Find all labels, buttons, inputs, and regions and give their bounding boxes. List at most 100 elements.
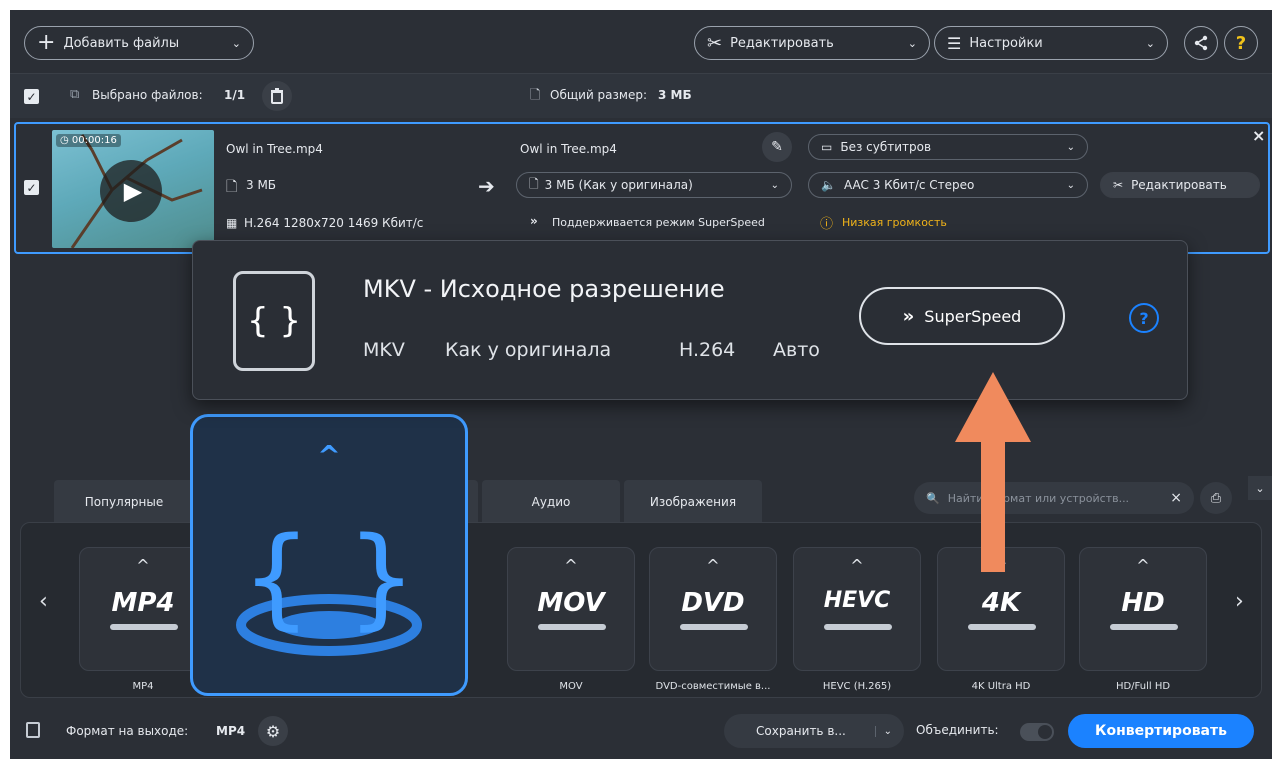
video-badge [1110, 624, 1178, 630]
format-card-hd[interactable]: ^ HD [1079, 547, 1207, 671]
close-icon[interactable]: × [1252, 126, 1265, 145]
video-badge [680, 624, 748, 630]
preset-format: MKV [363, 339, 405, 361]
chevron-down-icon: ⌄ [770, 179, 779, 191]
save-to-button[interactable]: Сохранить в... ⌄ [724, 714, 904, 748]
film-icon: ▦ [226, 216, 238, 230]
settings-dropdown-button[interactable]: ☰ Настройки ⌄ [934, 26, 1168, 60]
app-window: + Добавить файлы ⌄ ✂ Редактировать ⌄ ☰ Н… [10, 10, 1272, 759]
scroll-left-button[interactable]: ‹ [39, 589, 48, 614]
superspeed-icon: » [902, 305, 915, 327]
duration-text: 00:00:16 [71, 135, 117, 146]
chevron-down-icon: ⌄ [1066, 141, 1075, 153]
toggle-knob [1038, 725, 1052, 739]
clear-search-icon[interactable]: × [1170, 490, 1182, 506]
superspeed-note: Поддерживается режим SuperSpeed [552, 216, 765, 229]
tab-audio[interactable]: Аудио [482, 480, 620, 524]
total-size-label: Общий размер: [550, 88, 648, 102]
format-card-mov[interactable]: ^ MOV [507, 547, 635, 671]
gear-icon: ⚙ [265, 721, 281, 741]
select-all-checkbox[interactable]: ✓ [24, 89, 39, 104]
preset-codec: H.264 [679, 339, 736, 361]
subtitles-text: Без субтитров [840, 140, 932, 154]
warning-icon: ⓘ [820, 217, 834, 232]
format-logo: HEVC [823, 588, 891, 613]
edit-label: Редактировать [730, 35, 834, 51]
file-row[interactable]: ✓ ◷ 00:00:16 ▶ Owl in Tree.mp4 🗋 3 МБ ▦ … [14, 122, 1270, 254]
edit-file-button[interactable]: ✂ Редактировать [1100, 172, 1260, 198]
trash-icon [271, 88, 283, 104]
help-icon: ? [1235, 32, 1247, 54]
document-icon: 🗋 [530, 88, 541, 103]
file-checkbox[interactable]: ✓ [24, 180, 39, 195]
play-icon: ▶ [123, 177, 143, 205]
format-logo: MOV [537, 588, 605, 618]
source-size: 3 МБ [246, 178, 277, 192]
output-size-dropdown[interactable]: 🗋 3 МБ (Как у оригинала) ⌄ [516, 172, 792, 198]
video-thumbnail[interactable]: ◷ 00:00:16 ▶ [52, 130, 214, 248]
video-badge [968, 624, 1036, 630]
pencil-icon: ✎ [771, 139, 783, 155]
preset-resolution: Как у оригинала [445, 339, 612, 361]
clock-icon: ◷ [60, 135, 72, 146]
delete-button[interactable] [262, 81, 292, 111]
mkv-icon: { } [236, 513, 422, 656]
add-files-button[interactable]: + Добавить файлы ⌄ [24, 26, 254, 60]
format-logo: 4K [981, 588, 1021, 618]
chevron-down-icon: ⌄ [1066, 179, 1075, 191]
audio-dropdown[interactable]: 🔈 AAC 3 Кбит/с Стерео ⌄ [808, 172, 1088, 198]
convert-label: Конвертировать [1095, 723, 1227, 739]
convert-button[interactable]: Конвертировать [1068, 714, 1254, 748]
superspeed-button[interactable]: » SuperSpeed [859, 287, 1065, 345]
output-size-text: 3 МБ (Как у оригинала) [544, 178, 693, 192]
superspeed-help-button[interactable]: ? [1129, 303, 1159, 333]
output-format-label: Формат на выходе: [66, 724, 189, 738]
superspeed-icon: » [530, 214, 538, 228]
sliders-icon: ☰ [947, 33, 962, 53]
tab-popular[interactable]: Популярные [54, 480, 194, 524]
subtitles-dropdown[interactable]: ▭ Без субтитров ⌄ [808, 134, 1088, 160]
format-label: HD/Full HD [1115, 681, 1171, 692]
scissors-icon: ✂ [1113, 178, 1124, 192]
format-label: MOV [559, 681, 583, 692]
scissors-icon: ✂ [707, 32, 723, 54]
scroll-right-button[interactable]: › [1235, 589, 1244, 614]
device-detect-button[interactable]: ⎙ [1200, 482, 1232, 514]
low-volume-note: Низкая громкость [842, 216, 947, 229]
edit-dropdown-button[interactable]: ✂ Редактировать ⌄ [694, 26, 930, 60]
braces-icon: { } [246, 301, 302, 341]
format-card-mp4[interactable]: ^ MP4 [79, 547, 207, 671]
format-card-mkv-highlighted[interactable]: ^ { } [190, 414, 468, 696]
selected-files-label: Выбрано файлов: [92, 88, 203, 102]
selected-files-value: 1/1 [224, 88, 246, 102]
share-button[interactable] [1184, 26, 1218, 60]
subtitles-icon: ▭ [821, 140, 833, 154]
settings-label: Настройки [969, 35, 1043, 51]
collapse-panel-button[interactable]: ⌄ [1248, 476, 1272, 500]
file-size-icon: 🗋 [226, 179, 238, 195]
help-button[interactable]: ? [1224, 26, 1258, 60]
total-size-value: 3 МБ [658, 88, 692, 102]
format-label: MP4 [132, 681, 154, 692]
annotation-arrow [955, 372, 1031, 572]
chevron-up-icon: ^ [136, 556, 150, 575]
format-label: DVD-совместимые в... [655, 681, 771, 692]
format-preset-popup: { } MKV - Исходное разрешение MKV Как у … [192, 240, 1188, 400]
output-filename: Owl in Tree.mp4 [520, 142, 617, 156]
format-card-hevc[interactable]: ^ HEVC [793, 547, 921, 671]
chevron-up-icon: ^ [850, 556, 864, 575]
format-card-dvd[interactable]: ^ DVD [649, 547, 777, 671]
merge-toggle[interactable] [1020, 723, 1054, 741]
mkv-file-icon: { } [233, 271, 315, 371]
bottom-bar: Формат на выходе: MP4 ⚙ Сохранить в... ⌄… [10, 704, 1272, 759]
tab-images[interactable]: Изображения [624, 480, 762, 524]
play-button[interactable]: ▶ [100, 160, 162, 222]
format-logo: HD [1121, 588, 1165, 618]
chevron-down-icon[interactable]: ⌄ [874, 725, 892, 737]
selection-bar: ✓ ⧉ Выбрано файлов: 1/1 🗋 Общий размер: … [10, 74, 1272, 118]
rename-button[interactable]: ✎ [762, 132, 792, 162]
search-icon: 🔍 [926, 491, 940, 505]
chevron-down-icon: ⌄ [231, 36, 241, 50]
output-settings-button[interactable]: ⚙ [258, 716, 288, 746]
chevron-down-icon: ⌄ [1145, 36, 1155, 50]
